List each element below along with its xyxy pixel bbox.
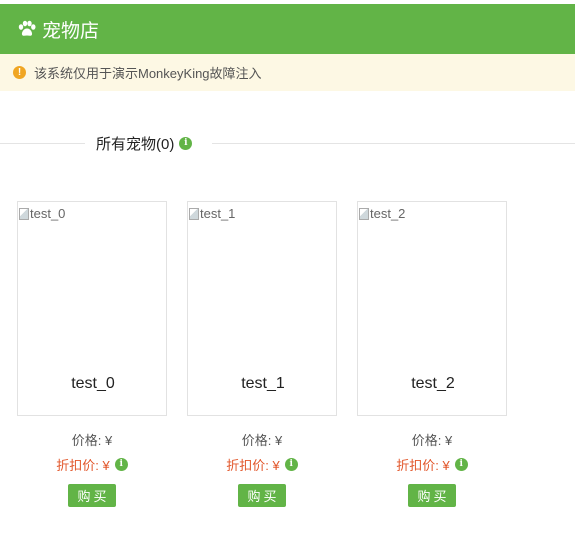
buy-button[interactable]: 购买 bbox=[238, 484, 286, 507]
pet-card: test_0 test_0 价格: ¥ 折扣价: ¥ i 购买 bbox=[17, 201, 167, 507]
broken-image-icon bbox=[19, 207, 29, 220]
discount-label: 折扣价: ¥ bbox=[56, 458, 110, 473]
image-alt-text: test_2 bbox=[370, 206, 406, 221]
pet-image-frame[interactable]: test_1 test_1 bbox=[187, 201, 337, 416]
app-title[interactable]: 宠物店 bbox=[42, 16, 99, 43]
notice-text: 该系统仅用于演示MonkeyKing故障注入 bbox=[34, 66, 262, 81]
pet-price: 价格: ¥ bbox=[241, 433, 283, 448]
info-icon[interactable]: i bbox=[454, 458, 468, 471]
pet-discount-price: 折扣价: ¥ i bbox=[187, 455, 337, 474]
broken-image: test_0 bbox=[19, 206, 65, 221]
divider-left bbox=[0, 143, 85, 144]
info-icon[interactable]: i bbox=[114, 458, 128, 471]
buy-button[interactable]: 购买 bbox=[68, 484, 116, 507]
pet-discount-price: 折扣价: ¥ i bbox=[17, 455, 167, 474]
notice-bar: ! 该系统仅用于演示MonkeyKing故障注入 bbox=[0, 54, 575, 91]
discount-label: 折扣价: ¥ bbox=[396, 458, 450, 473]
pet-image-frame[interactable]: test_2 test_2 bbox=[357, 201, 507, 416]
buy-button[interactable]: 购买 bbox=[408, 484, 456, 507]
warning-icon: ! bbox=[13, 66, 26, 79]
pet-name: test_2 bbox=[411, 375, 455, 392]
pet-card: test_2 test_2 价格: ¥ 折扣价: ¥ i 购买 bbox=[357, 201, 507, 507]
broken-image: test_2 bbox=[359, 206, 405, 221]
broken-image-icon bbox=[359, 207, 369, 220]
section-header: 所有宠物(0) i bbox=[0, 132, 575, 154]
discount-label: 折扣价: ¥ bbox=[226, 458, 280, 473]
section-title: 所有宠物(0) i bbox=[96, 133, 193, 154]
pet-image-frame[interactable]: test_0 test_0 bbox=[17, 201, 167, 416]
section-title-text: 所有宠物(0) bbox=[96, 136, 175, 153]
broken-image-icon bbox=[189, 207, 199, 220]
pet-price: 价格: ¥ bbox=[411, 433, 453, 448]
pet-price: 价格: ¥ bbox=[71, 433, 113, 448]
pet-name: test_1 bbox=[241, 375, 285, 392]
info-icon[interactable]: i bbox=[284, 458, 298, 471]
broken-image: test_1 bbox=[189, 206, 235, 221]
divider-right bbox=[212, 143, 575, 144]
pet-name: test_0 bbox=[71, 375, 115, 392]
image-alt-text: test_0 bbox=[30, 206, 66, 221]
pet-card: test_1 test_1 价格: ¥ 折扣价: ¥ i 购买 bbox=[187, 201, 337, 507]
image-alt-text: test_1 bbox=[200, 206, 236, 221]
app-header: 宠物店 bbox=[0, 4, 575, 54]
info-icon[interactable]: i bbox=[179, 137, 193, 150]
pet-discount-price: 折扣价: ¥ i bbox=[357, 455, 507, 474]
paw-icon bbox=[18, 20, 36, 36]
